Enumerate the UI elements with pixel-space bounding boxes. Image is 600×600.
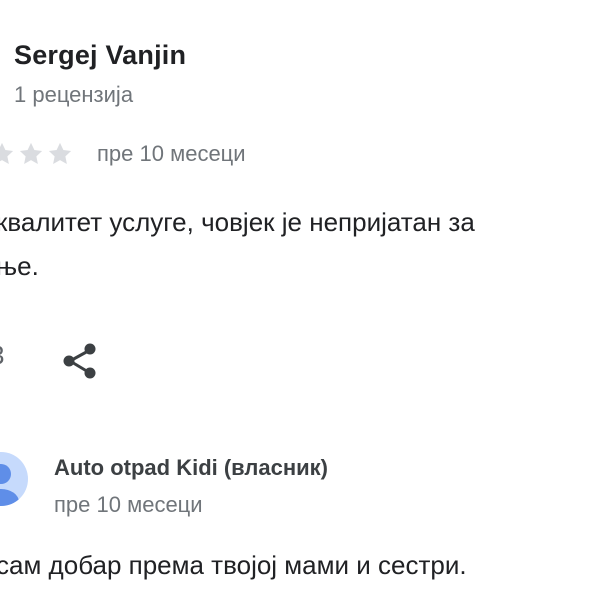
review-text-line: квалитет услуге, човјек је непријатан за xyxy=(0,207,475,237)
star-icon xyxy=(0,142,14,165)
owner-name[interactable]: Auto otpad Kidi (власник) xyxy=(54,455,328,481)
review-time: пре 10 месеци xyxy=(97,141,246,166)
share-button[interactable] xyxy=(60,340,102,382)
avatar-person-icon xyxy=(0,464,19,506)
star-rating xyxy=(0,140,75,168)
likes-count[interactable]: 3 xyxy=(0,340,4,371)
owner-reply-time: пре 10 месеци xyxy=(54,492,203,517)
star-icon xyxy=(19,142,43,165)
review-page: Sergej Vanjin 1 рецензија пре 10 месеци … xyxy=(0,0,600,600)
review-text-line: ње. xyxy=(0,251,39,281)
owner-avatar xyxy=(0,452,28,506)
reviewer-review-count: 1 рецензија xyxy=(14,82,134,107)
review-text: квалитет услуге, човјек је непријатан за… xyxy=(0,200,600,288)
owner-reply-text: сам добар према твојој мами и сестри. xyxy=(0,550,467,580)
rating-row: пре 10 месеци xyxy=(0,140,246,168)
share-icon xyxy=(63,343,96,379)
star-icon xyxy=(48,142,72,165)
reviewer-name[interactable]: Sergej Vanjin xyxy=(14,40,186,71)
